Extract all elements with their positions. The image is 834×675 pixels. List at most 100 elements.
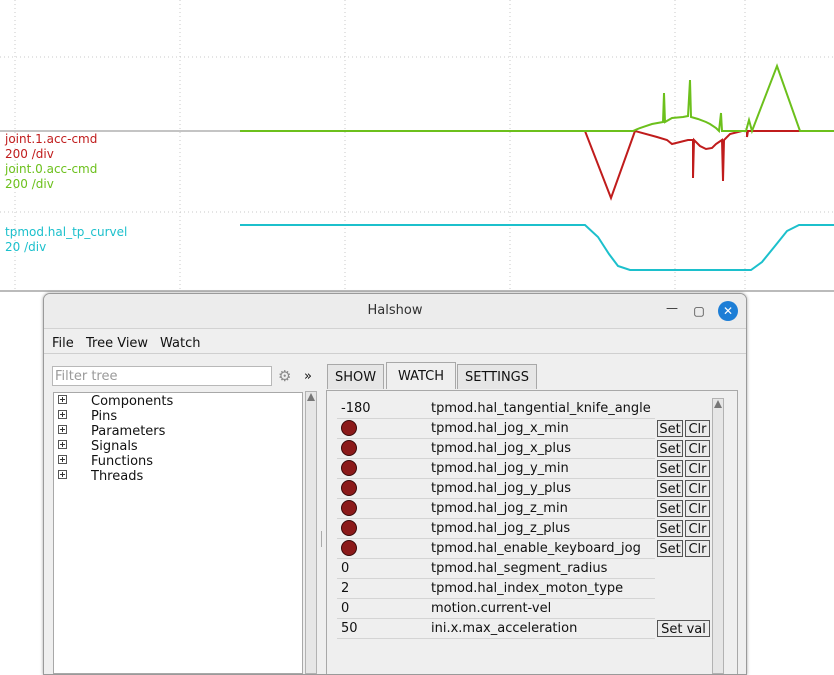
watch-pin-name: tpmod.hal_jog_x_plus: [431, 441, 572, 456]
watch-pin-name: tpmod.hal_jog_y_min: [431, 461, 569, 476]
watch-pin-name: tpmod.hal_tangential_knife_angle: [431, 401, 651, 416]
led-indicator: [341, 420, 357, 436]
menu-tree-view[interactable]: Tree View: [86, 336, 148, 351]
clr-button[interactable]: Clr: [685, 480, 710, 497]
trace-name: tpmod.hal_tp_curvel: [5, 225, 128, 239]
trace-name: joint.1.acc-cmd: [5, 132, 98, 146]
watch-pin-name: tpmod.hal_jog_z_plus: [431, 521, 571, 536]
trace-joint0-acc-cmd: [240, 63, 834, 135]
set-value-button[interactable]: Set val: [657, 620, 710, 637]
watch-value: 0: [341, 561, 350, 576]
watch-value: 0: [341, 601, 350, 616]
expand-plus-icon[interactable]: [58, 395, 67, 404]
menu-watch[interactable]: Watch: [160, 336, 200, 351]
led-indicator: [341, 540, 357, 556]
trace-scale: 200 /div: [5, 177, 54, 191]
maximize-button[interactable]: ▢: [690, 302, 708, 320]
tree-item-components[interactable]: Components: [58, 394, 173, 409]
tree-item-pins[interactable]: Pins: [58, 409, 117, 424]
tree-item-label: Parameters: [91, 424, 166, 439]
watch-list: -180 tpmod.hal_tangential_knife_angle tp…: [337, 399, 715, 674]
watch-pin-name: tpmod.hal_enable_keyboard_jog: [431, 541, 641, 556]
watch-row: tpmod.hal_enable_keyboard_jog Set Clr: [337, 539, 715, 559]
trace-label-curvel: tpmod.hal_tp_curvel 20 /div: [5, 225, 127, 255]
scroll-up-arrow-icon[interactable]: [714, 400, 722, 408]
watch-pin-name: ini.x.max_acceleration: [431, 621, 578, 636]
watch-scrollbar[interactable]: [712, 398, 724, 674]
tree-item-signals[interactable]: Signals: [58, 439, 138, 454]
filter-tree-input[interactable]: Filter tree: [52, 366, 272, 386]
set-button[interactable]: Set: [657, 540, 683, 557]
set-button[interactable]: Set: [657, 420, 683, 437]
watch-pin-name: tpmod.hal_jog_y_plus: [431, 481, 572, 496]
tab-watch[interactable]: WATCH: [386, 362, 456, 389]
set-button[interactable]: Set: [657, 500, 683, 517]
watch-panel: -180 tpmod.hal_tangential_knife_angle tp…: [326, 390, 738, 674]
gear-icon[interactable]: ⚙: [278, 367, 291, 385]
expand-plus-icon[interactable]: [58, 470, 67, 479]
watch-value: 50: [341, 621, 358, 636]
clr-button[interactable]: Clr: [685, 520, 710, 537]
watch-value: -180: [341, 401, 371, 416]
watch-row: tpmod.hal_jog_x_plus Set Clr: [337, 439, 715, 459]
trace-scale: 20 /div: [5, 240, 47, 254]
tab-show[interactable]: SHOW: [327, 364, 384, 389]
watch-row: 2 tpmod.hal_index_moton_type: [337, 579, 715, 599]
led-indicator: [341, 480, 357, 496]
tab-settings[interactable]: SETTINGS: [457, 364, 537, 389]
tree-item-label: Threads: [91, 469, 144, 484]
tree-item-label: Pins: [91, 409, 118, 424]
set-button[interactable]: Set: [657, 440, 683, 457]
expand-plus-icon[interactable]: [58, 425, 67, 434]
tree-item-label: Signals: [91, 439, 138, 454]
set-button[interactable]: Set: [657, 480, 683, 497]
trace-label-joint0: joint.0.acc-cmd 200 /div: [5, 162, 97, 192]
minimize-button[interactable]: —: [663, 299, 681, 317]
menu-file[interactable]: File: [52, 336, 74, 351]
clr-button[interactable]: Clr: [685, 540, 710, 557]
scroll-up-arrow-icon[interactable]: [307, 393, 315, 401]
menu-bar: File Tree View Watch: [44, 329, 746, 354]
led-indicator: [341, 460, 357, 476]
pane-splitter[interactable]: [321, 531, 324, 547]
clr-button[interactable]: Clr: [685, 500, 710, 517]
title-bar[interactable]: Halshow — ▢ ✕: [44, 294, 746, 329]
watch-row: -180 tpmod.hal_tangential_knife_angle: [337, 399, 715, 419]
row-divider: [337, 638, 655, 639]
expand-plus-icon[interactable]: [58, 455, 67, 464]
watch-row: tpmod.hal_jog_x_min Set Clr: [337, 419, 715, 439]
watch-row: 50 ini.x.max_acceleration Set val: [337, 619, 715, 639]
expand-plus-icon[interactable]: [58, 440, 67, 449]
led-indicator: [341, 520, 357, 536]
tree-item-functions[interactable]: Functions: [58, 454, 153, 469]
halshow-window: Halshow — ▢ ✕ File Tree View Watch Filte…: [43, 293, 747, 675]
set-button[interactable]: Set: [657, 460, 683, 477]
tree-item-label: Components: [91, 394, 174, 409]
watch-pin-name: tpmod.hal_jog_x_min: [431, 421, 569, 436]
tree-item-parameters[interactable]: Parameters: [58, 424, 165, 439]
clr-button[interactable]: Clr: [685, 440, 710, 457]
led-indicator: [341, 500, 357, 516]
close-button[interactable]: ✕: [718, 301, 738, 321]
set-button[interactable]: Set: [657, 520, 683, 537]
tree-pane: Filter tree ⚙ » Components Pins Paramete…: [44, 357, 324, 674]
trace-scale: 200 /div: [5, 147, 54, 161]
trace-tpmod-hal-tp-curvel: [240, 224, 834, 271]
window-title: Halshow: [367, 303, 423, 318]
collapse-pane-button[interactable]: »: [304, 369, 312, 384]
watch-row: tpmod.hal_jog_z_min Set Clr: [337, 499, 715, 519]
tree-scrollbar[interactable]: [305, 391, 317, 674]
expand-plus-icon[interactable]: [58, 410, 67, 419]
led-indicator: [341, 440, 357, 456]
clr-button[interactable]: Clr: [685, 420, 710, 437]
tree-item-threads[interactable]: Threads: [58, 469, 143, 484]
clr-button[interactable]: Clr: [685, 460, 710, 477]
watch-pin-name: tpmod.hal_jog_z_min: [431, 501, 568, 516]
tree-item-label: Functions: [91, 454, 154, 469]
watch-row: tpmod.hal_jog_y_min Set Clr: [337, 459, 715, 479]
watch-row: tpmod.hal_jog_y_plus Set Clr: [337, 479, 715, 499]
watch-row: 0 motion.current-vel: [337, 599, 715, 619]
watch-value: 2: [341, 581, 350, 596]
component-tree: Components Pins Parameters Signals Funct…: [53, 392, 303, 674]
trace-name: joint.0.acc-cmd: [5, 162, 98, 176]
